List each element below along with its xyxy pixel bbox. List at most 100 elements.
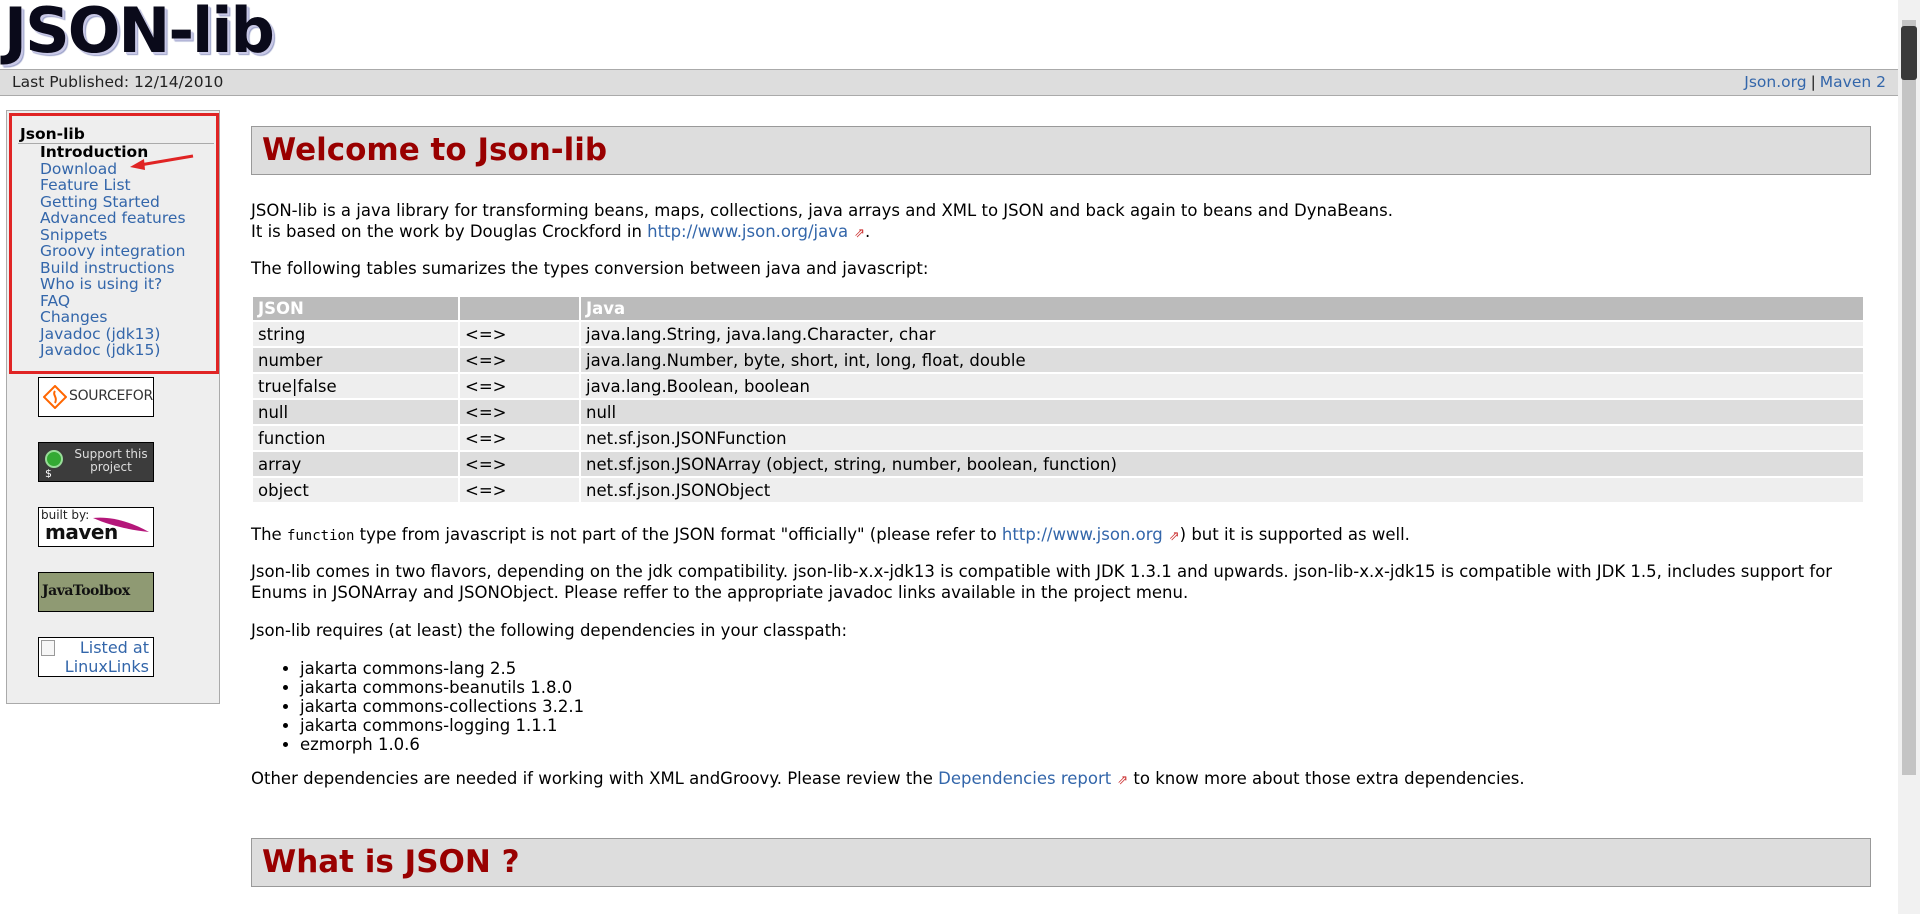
nav-link-getting-started[interactable]: Getting Started — [40, 193, 160, 211]
header-java: Java — [581, 297, 1863, 320]
cell-arrow: <=> — [460, 320, 579, 346]
intro-line-1: JSON-lib is a java library for transform… — [251, 201, 1393, 220]
types-conversion-table: JSON Java string <=> java.lang.String, jav… — [251, 297, 1865, 502]
nav-item-javadoc15: Javadoc (jdk15) — [40, 342, 186, 359]
table-row: array <=> net.sf.json.JSONArray (object, s… — [253, 450, 1863, 476]
list-item: jakarta commons-logging 1.1.1 — [300, 716, 584, 735]
scrollbar-thumb[interactable] — [1901, 26, 1917, 80]
cell-json: true|false — [253, 372, 458, 398]
cell-json: string — [253, 320, 458, 346]
linuxlinks-badge[interactable]: Listed at LinuxLinks — [38, 637, 154, 677]
json-org-java-link[interactable]: http://www.json.org/java — [647, 222, 848, 241]
nav-link-changes[interactable]: Changes — [40, 308, 107, 326]
cell-java: null — [581, 398, 1863, 424]
other-deps-paragraph: Other dependencies are needed if working… — [251, 768, 1871, 791]
cell-java: net.sf.json.JSONObject — [581, 476, 1863, 502]
intro-paragraph: JSON-lib is a java library for transform… — [251, 200, 1871, 244]
cell-java: net.sf.json.JSONArray (object, string, n… — [581, 450, 1863, 476]
built-by-maven-badge[interactable]: built by: maven — [38, 507, 154, 547]
dependencies-report-link[interactable]: Dependencies report — [938, 769, 1111, 788]
external-links: Json.org | Maven 2 — [1744, 70, 1886, 95]
nav-link-javadoc15[interactable]: Javadoc (jdk15) — [40, 341, 160, 359]
tables-intro: The following tables sumarizes the types… — [251, 259, 929, 278]
list-item: jakarta commons-lang 2.5 — [300, 659, 584, 678]
list-item: jakarta commons-collections 3.2.1 — [300, 697, 584, 716]
nav-item-feature-list: Feature List — [40, 177, 186, 194]
nav-item-getting-started: Getting Started — [40, 193, 186, 211]
maven2-link[interactable]: Maven 2 — [1820, 73, 1886, 91]
list-item: jakarta commons-beanutils 1.8.0 — [300, 678, 584, 697]
cell-arrow: <=> — [460, 424, 579, 450]
function-note-start: The — [251, 525, 287, 544]
banner: JSON-lib — [0, 0, 1898, 68]
svg-text:$: $ — [45, 467, 52, 478]
breadcrumbs-bar: Last Published: 12/14/2010 Json.org | Mave… — [0, 69, 1898, 96]
cell-arrow: <=> — [460, 398, 579, 424]
dependencies-list: jakarta commons-lang 2.5 jakarta commons… — [276, 659, 584, 754]
header-json: JSON — [253, 297, 458, 320]
json-org-link[interactable]: Json.org — [1744, 73, 1806, 91]
nav-link-feature-list[interactable]: Feature List — [40, 176, 131, 194]
other-deps-start: Other dependencies are needed if working… — [251, 769, 939, 788]
cell-java: java.lang.String, java.lang.Character, c… — [581, 320, 1863, 346]
flavors-paragraph: Json-lib comes in two flavors, depending… — [251, 562, 1833, 602]
gear-dollar-icon: $ — [45, 450, 63, 478]
nav-link-download[interactable]: Download — [40, 160, 117, 178]
sourceforge-badge[interactable]: SOURCEFORGE — [38, 377, 154, 417]
other-deps-end: to know more about those extra dependenc… — [1128, 769, 1525, 788]
sourceforge-logo-icon — [43, 385, 67, 409]
cell-json: function — [253, 424, 458, 450]
table-row: string <=> java.lang.String, java.lang.Cha… — [253, 320, 1863, 346]
cell-json: array — [253, 450, 458, 476]
support-project-badge[interactable]: $ Support this project — [38, 442, 154, 482]
requires-paragraph: Json-lib requires (at least) the followi… — [251, 621, 848, 640]
sourceforge-label: SOURCEFORGE — [69, 388, 153, 404]
nav-link-javadoc13[interactable]: Javadoc (jdk13) — [40, 325, 160, 343]
table-row: true|false <=> java.lang.Boolean, boolean — [253, 372, 1863, 398]
external-link-icon: ⇗ — [854, 226, 866, 241]
function-note-middle: type from javascript is not part of the … — [354, 525, 1002, 544]
cell-json: number — [253, 346, 458, 372]
nav-item-changes: Changes — [40, 309, 186, 326]
cell-java: java.lang.Number, byte, short, int, long… — [581, 346, 1863, 372]
table-row: null <=> null — [253, 398, 1863, 424]
cell-arrow: <=> — [460, 372, 579, 398]
intro-line-2-text: It is based on the work by Douglas Crock… — [251, 222, 648, 241]
external-link-icon: ⇗ — [1168, 529, 1180, 544]
nav-link-build[interactable]: Build instructions — [40, 259, 175, 277]
table-row: object <=> net.sf.json.JSONObject — [253, 476, 1863, 502]
json-lib-logo[interactable]: JSON-lib — [4, 0, 275, 71]
nav-link-who[interactable]: Who is using it? — [40, 275, 162, 293]
nav-link-groovy[interactable]: Groovy integration — [40, 242, 185, 260]
annotation-arrow-icon — [130, 154, 194, 170]
nav-item-faq: FAQ — [40, 292, 186, 310]
nav-heading: Json-lib — [20, 125, 85, 143]
function-note-end: ) but it is supported as well. — [1179, 525, 1410, 544]
header-arrow — [460, 297, 579, 320]
cell-arrow: <=> — [460, 476, 579, 502]
nav-item-groovy: Groovy integration — [40, 243, 186, 260]
linuxlinks-label: Listed at LinuxLinks — [64, 638, 149, 676]
json-org-link-inline[interactable]: http://www.json.org — [1002, 525, 1163, 544]
function-note: The function type from javascript is not… — [251, 524, 1871, 547]
scrollbar-track[interactable] — [1902, 20, 1916, 775]
nav-item-build: Build instructions — [40, 259, 186, 277]
function-code: function — [286, 528, 355, 544]
support-label: Support this project — [74, 447, 148, 474]
table-header-row: JSON Java — [253, 297, 1863, 320]
cell-java: java.lang.Boolean, boolean — [581, 372, 1863, 398]
nav-link-snippets[interactable]: Snippets — [40, 226, 107, 244]
page-scrollbar[interactable] — [1898, 0, 1920, 914]
last-published: Last Published: 12/14/2010 — [12, 73, 224, 91]
cell-java: net.sf.json.JSONFunction — [581, 424, 1863, 450]
maven-feather-icon — [93, 517, 149, 532]
nav-link-advanced-features[interactable]: Advanced features — [40, 209, 186, 227]
intro-line-2-end: . — [865, 222, 871, 241]
table-row: function <=> net.sf.json.JSONFunction — [253, 424, 1863, 450]
table-row: number <=> java.lang.Number, byte, short, … — [253, 346, 1863, 372]
nav-link-faq[interactable]: FAQ — [40, 292, 70, 310]
javatoolbox-label: JavaToolbox — [42, 583, 130, 599]
nav-item-advanced-features: Advanced features — [40, 210, 186, 227]
cell-arrow: <=> — [460, 346, 579, 372]
javatoolbox-badge[interactable]: JavaToolbox — [38, 572, 154, 612]
